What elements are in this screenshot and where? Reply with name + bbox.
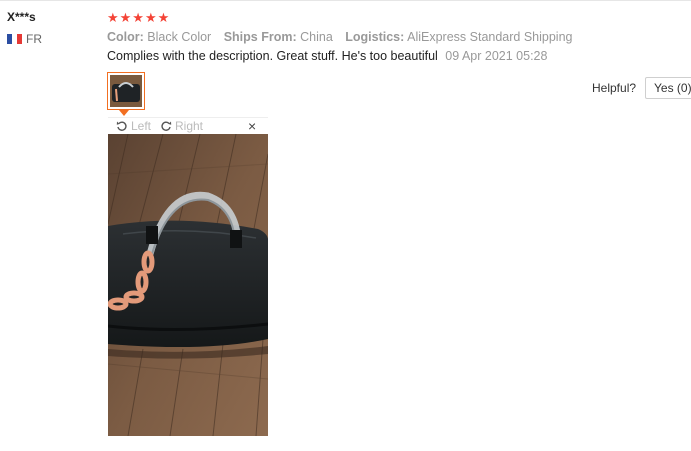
logistics-attr-value: AliExpress Standard Shipping [407,30,573,44]
country-code: FR [26,32,42,46]
rotate-right-label: Right [175,119,204,133]
comment-text: Complies with the description. Great stu… [107,49,438,63]
ships-from-attr-key: Ships From: [223,30,297,44]
helpful-label: Helpful? [592,81,637,95]
star-rating: ★★★★★ [107,10,171,25]
rotate-left-icon [116,121,127,131]
reviewer-name: X***s [7,10,36,24]
review-photo-large [108,134,268,436]
logistics-attr-key: Logistics: [345,30,405,44]
color-attr-key: Color: [107,30,144,44]
france-flag-icon [7,34,22,44]
helpful-yes-button[interactable]: Yes (0) [645,77,691,99]
close-icon[interactable]: × [248,118,256,134]
rotate-left-label: Left [131,119,152,133]
color-attr-value: Black Color [147,30,212,44]
bag-photo-image [108,134,268,436]
photo-thumbnail-image [110,75,142,107]
ships-from-attr-value: China [300,30,333,44]
image-viewer-toolbar: Left Right × [108,117,268,135]
thumbnail-caret [119,110,129,116]
review-photo-thumbnail[interactable] [107,72,145,110]
divider [0,0,691,1]
review-comment: Complies with the description. Great stu… [107,49,547,63]
reviewer-country: FR [7,32,42,46]
rotate-left-button[interactable]: Left [116,119,151,133]
rotate-right-button[interactable]: Right [160,119,203,133]
rotate-right-icon [161,121,172,131]
review-date: 09 Apr 2021 05:28 [445,49,548,63]
order-attributes: Color: Black Color Ships From: China Log… [107,30,581,44]
